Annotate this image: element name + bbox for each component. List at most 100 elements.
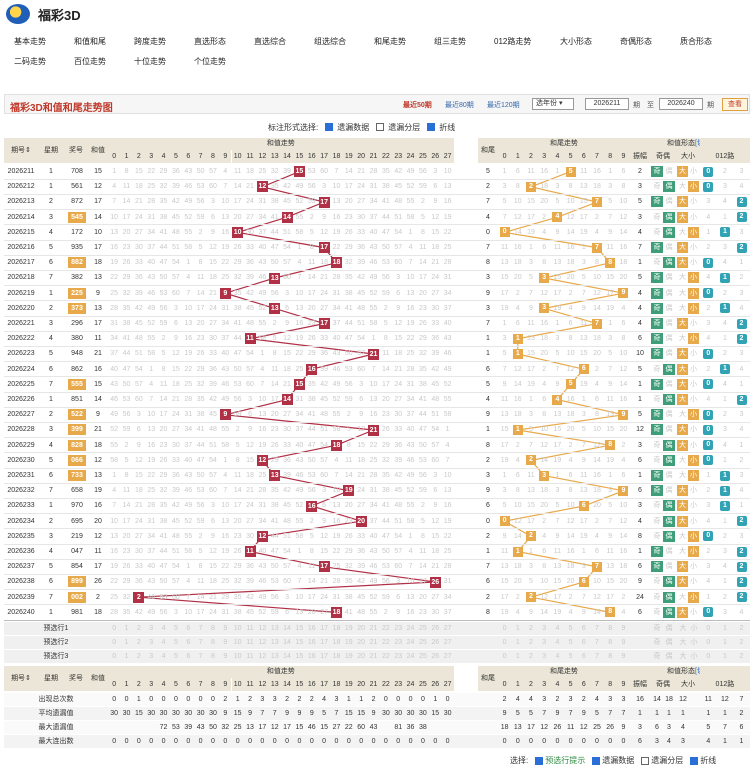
predict-sum-cell[interactable]: 3: [145, 637, 157, 648]
predict-sum-cell[interactable]: 2: [133, 637, 145, 648]
predict-tail-cell[interactable]: 2: [524, 637, 537, 648]
predict-form-cell[interactable]: 奇: [651, 651, 663, 662]
predict-sum-cell[interactable]: 21: [367, 623, 379, 634]
predict-sum-cell[interactable]: 26: [429, 637, 441, 648]
predict-sum-cell[interactable]: 0: [108, 651, 120, 662]
predict-sum-cell[interactable]: 19: [343, 651, 355, 662]
predict-sum-cell[interactable]: 10: [232, 637, 244, 648]
predict-form-cell[interactable]: 奇: [651, 637, 663, 648]
predict-form-cell[interactable]: 偶: [663, 637, 675, 648]
nav-item[interactable]: 组选综合: [314, 36, 346, 47]
predict-tail-cell[interactable]: 3: [538, 637, 551, 648]
predict-sum-cell[interactable]: 12: [256, 637, 268, 648]
predict-sum-cell[interactable]: 15: [293, 623, 305, 634]
predict-sum-cell[interactable]: 18: [330, 623, 342, 634]
predict-form-cell[interactable]: 小: [688, 637, 700, 648]
nav-item[interactable]: 组三走势: [434, 36, 466, 47]
predict-sum-cell[interactable]: 23: [392, 623, 404, 634]
bottom-polyline-checkbox[interactable]: [690, 756, 699, 765]
predict-hint-checkbox[interactable]: [535, 756, 544, 765]
predict-sum-cell[interactable]: 0: [108, 623, 120, 634]
predict-sum-cell[interactable]: 1: [120, 651, 132, 662]
predict-sum-cell[interactable]: 13: [269, 623, 281, 634]
predict-tail-cell[interactable]: 1: [511, 637, 524, 648]
predict-sum-cell[interactable]: 22: [380, 651, 392, 662]
predict-tail-cell[interactable]: 1: [511, 623, 524, 634]
predict-tail-cell[interactable]: 7: [590, 651, 603, 662]
predict-sum-cell[interactable]: 16: [306, 623, 318, 634]
predict-tail-cell[interactable]: 9: [617, 637, 630, 648]
predict-sum-cell[interactable]: 21: [367, 651, 379, 662]
predict-tail-cell[interactable]: 5: [564, 651, 577, 662]
range-link-50[interactable]: 最近50期: [403, 100, 432, 110]
nav-item[interactable]: 和尾走势: [374, 36, 406, 47]
predict-sum-cell[interactable]: 26: [429, 651, 441, 662]
predict-sum-cell[interactable]: 17: [318, 651, 330, 662]
predict-sum-cell[interactable]: 11: [244, 637, 256, 648]
predict-tail-cell[interactable]: 5: [564, 637, 577, 648]
predict-tail-cell[interactable]: 0: [498, 623, 511, 634]
bottom-missing-layer-checkbox[interactable]: [641, 756, 650, 765]
predict-form-cell[interactable]: 1: [717, 651, 734, 662]
nav-item[interactable]: 个位走势: [194, 56, 226, 67]
range-link-80[interactable]: 最近80期: [445, 100, 474, 110]
nav-item[interactable]: 跨度走势: [134, 36, 166, 47]
predict-tail-cell[interactable]: 9: [617, 651, 630, 662]
predict-sum-cell[interactable]: 21: [367, 637, 379, 648]
predict-tail-cell[interactable]: 4: [551, 637, 564, 648]
predict-tail-cell[interactable]: 3: [538, 623, 551, 634]
predict-form-cell[interactable]: 0: [700, 623, 717, 634]
missing-data-checkbox[interactable]: [325, 123, 334, 131]
predict-sum-cell[interactable]: 5: [170, 651, 182, 662]
predict-sum-cell[interactable]: 8: [207, 623, 219, 634]
predict-sum-cell[interactable]: 22: [380, 623, 392, 634]
predict-sum-cell[interactable]: 23: [392, 651, 404, 662]
predict-tail-cell[interactable]: 1: [511, 651, 524, 662]
predict-sum-cell[interactable]: 24: [404, 651, 416, 662]
predict-form-cell[interactable]: 0: [700, 637, 717, 648]
predict-tail-cell[interactable]: 0: [498, 651, 511, 662]
predict-sum-cell[interactable]: 25: [417, 623, 429, 634]
predict-tail-cell[interactable]: 8: [604, 623, 617, 634]
from-issue-input[interactable]: 2026211: [585, 98, 629, 110]
query-button[interactable]: 查看: [722, 98, 748, 111]
predict-form-cell[interactable]: 1: [717, 637, 734, 648]
predict-tail-cell[interactable]: 0: [498, 637, 511, 648]
nav-item[interactable]: 十位走势: [134, 56, 166, 67]
predict-form-cell[interactable]: 2: [733, 651, 750, 662]
predict-sum-cell[interactable]: 7: [194, 651, 206, 662]
predict-sum-cell[interactable]: 20: [355, 623, 367, 634]
predict-sum-cell[interactable]: 6: [182, 651, 194, 662]
nav-item[interactable]: 奇偶形态: [620, 36, 652, 47]
predict-sum-cell[interactable]: 14: [281, 623, 293, 634]
predict-form-cell[interactable]: 奇: [651, 623, 663, 634]
predict-sum-cell[interactable]: 0: [108, 637, 120, 648]
predict-tail-cell[interactable]: 8: [604, 637, 617, 648]
predict-sum-cell[interactable]: 25: [417, 651, 429, 662]
predict-sum-cell[interactable]: 13: [269, 637, 281, 648]
predict-tail-cell[interactable]: 3: [538, 651, 551, 662]
predict-tail-cell[interactable]: 7: [590, 623, 603, 634]
predict-sum-cell[interactable]: 7: [194, 623, 206, 634]
nav-item[interactable]: 和值和尾: [74, 36, 106, 47]
predict-sum-cell[interactable]: 4: [157, 623, 169, 634]
nav-item[interactable]: 012路走势: [494, 36, 531, 47]
predict-sum-cell[interactable]: 27: [441, 651, 453, 662]
predict-sum-cell[interactable]: 9: [219, 637, 231, 648]
predict-sum-cell[interactable]: 8: [207, 637, 219, 648]
predict-tail-cell[interactable]: 5: [564, 623, 577, 634]
predict-sum-cell[interactable]: 27: [441, 623, 453, 634]
nav-item[interactable]: 直选综合: [254, 36, 286, 47]
predict-tail-cell[interactable]: 4: [551, 651, 564, 662]
issue-header[interactable]: 期号⇕: [4, 138, 38, 163]
predict-sum-cell[interactable]: 1: [120, 637, 132, 648]
predict-sum-cell[interactable]: 5: [170, 623, 182, 634]
predict-form-cell[interactable]: 2: [733, 637, 750, 648]
nav-item[interactable]: 百位走势: [74, 56, 106, 67]
predict-sum-cell[interactable]: 6: [182, 637, 194, 648]
predict-sum-cell[interactable]: 20: [355, 637, 367, 648]
predict-sum-cell[interactable]: 3: [145, 651, 157, 662]
predict-sum-cell[interactable]: 18: [330, 637, 342, 648]
predict-sum-cell[interactable]: 10: [232, 623, 244, 634]
predict-form-cell[interactable]: 1: [717, 623, 734, 634]
